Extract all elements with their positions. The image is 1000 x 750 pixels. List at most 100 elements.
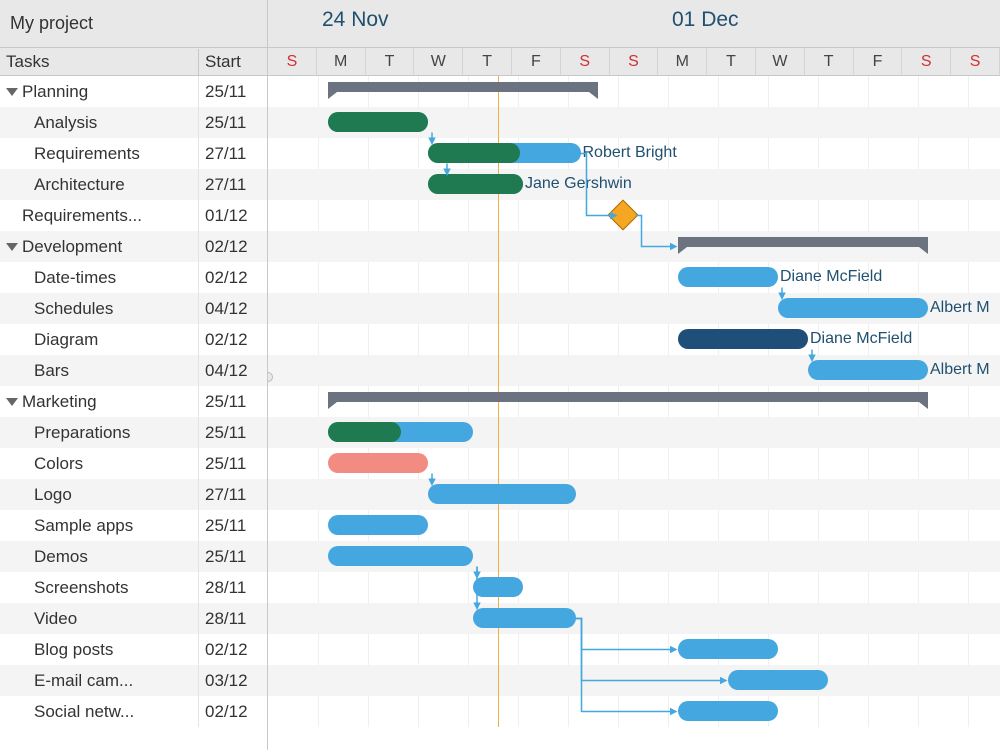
task-bar[interactable] (778, 298, 928, 318)
day-header-cell: T (463, 48, 512, 75)
task-row[interactable]: Social netw...02/12 (0, 696, 267, 727)
expand-toggle-icon[interactable] (6, 243, 18, 251)
expand-toggle-icon[interactable] (6, 88, 18, 96)
task-name-cell[interactable]: Demos (0, 541, 199, 572)
chart-row (268, 107, 1000, 138)
task-name-cell[interactable]: Architecture (0, 169, 199, 200)
task-row[interactable]: Logo27/11 (0, 479, 267, 510)
task-start-cell[interactable]: 25/11 (199, 547, 267, 567)
chart-row (268, 696, 1000, 727)
task-name-cell[interactable]: Requirements... (0, 200, 199, 231)
task-start-cell[interactable]: 02/12 (199, 702, 267, 722)
task-row[interactable]: Preparations25/11 (0, 417, 267, 448)
summary-bar[interactable] (328, 392, 928, 402)
task-name-cell[interactable]: Video (0, 603, 199, 634)
task-bar[interactable] (473, 577, 523, 597)
task-bar[interactable] (328, 515, 428, 535)
task-start-cell[interactable]: 02/12 (199, 237, 267, 257)
col-header-start[interactable]: Start (199, 49, 267, 75)
task-bar[interactable] (328, 453, 428, 473)
task-name-label: Video (34, 609, 77, 629)
task-row[interactable]: Diagram02/12 (0, 324, 267, 355)
task-row[interactable]: Demos25/11 (0, 541, 267, 572)
task-bar[interactable] (428, 174, 523, 194)
milestone-icon[interactable] (607, 199, 638, 230)
task-start-cell[interactable]: 25/11 (199, 516, 267, 536)
task-start-cell[interactable]: 02/12 (199, 268, 267, 288)
task-bar[interactable] (728, 670, 828, 690)
task-name-cell[interactable]: Date-times (0, 262, 199, 293)
expand-toggle-icon[interactable] (6, 398, 18, 406)
task-bar[interactable] (678, 329, 808, 349)
task-row[interactable]: Colors25/11 (0, 448, 267, 479)
task-row[interactable]: Architecture27/11 (0, 169, 267, 200)
task-bar[interactable] (678, 267, 778, 287)
task-row[interactable]: Marketing25/11 (0, 386, 267, 417)
task-name-cell[interactable]: Logo (0, 479, 199, 510)
task-name-cell[interactable]: Planning (0, 76, 199, 107)
task-list-panel: My project Tasks Start Planning25/11Anal… (0, 0, 268, 750)
task-name-cell[interactable]: Analysis (0, 107, 199, 138)
task-row[interactable]: Requirements...01/12 (0, 200, 267, 231)
task-start-cell[interactable]: 27/11 (199, 485, 267, 505)
task-row[interactable]: Requirements27/11 (0, 138, 267, 169)
summary-bar[interactable] (678, 237, 928, 247)
task-start-cell[interactable]: 25/11 (199, 392, 267, 412)
task-row[interactable]: Date-times02/12 (0, 262, 267, 293)
task-row[interactable]: Video 28/11 (0, 603, 267, 634)
task-bar[interactable] (328, 112, 428, 132)
task-start-cell[interactable]: 01/12 (199, 206, 267, 226)
task-bar[interactable] (328, 546, 473, 566)
task-name-cell[interactable]: Diagram (0, 324, 199, 355)
summary-bar[interactable] (328, 82, 598, 92)
task-name-cell[interactable]: Marketing (0, 386, 199, 417)
chart-row (268, 448, 1000, 479)
progress-fill (328, 422, 401, 442)
task-bar[interactable] (428, 143, 581, 163)
task-row[interactable]: E-mail cam...03/12 (0, 665, 267, 696)
task-row[interactable]: Analysis25/11 (0, 107, 267, 138)
task-start-cell[interactable]: 02/12 (199, 330, 267, 350)
task-name-label: Schedules (34, 299, 113, 319)
task-start-cell[interactable]: 25/11 (199, 454, 267, 474)
chart-row: Diane McField (268, 262, 1000, 293)
task-row[interactable]: Development02/12 (0, 231, 267, 262)
task-bar[interactable] (808, 360, 928, 380)
task-bar[interactable] (678, 701, 778, 721)
task-row[interactable]: Blog posts02/12 (0, 634, 267, 665)
task-start-cell[interactable]: 25/11 (199, 423, 267, 443)
task-row[interactable]: Schedules 04/12 (0, 293, 267, 324)
task-start-cell[interactable]: 04/12 (199, 299, 267, 319)
task-start-cell[interactable]: 25/11 (199, 113, 267, 133)
task-start-cell[interactable]: 28/11 (199, 578, 267, 598)
task-row[interactable]: Planning25/11 (0, 76, 267, 107)
task-name-cell[interactable]: Requirements (0, 138, 199, 169)
task-start-cell[interactable]: 28/11 (199, 609, 267, 629)
task-start-cell[interactable]: 27/11 (199, 144, 267, 164)
task-start-cell[interactable]: 25/11 (199, 82, 267, 102)
task-row[interactable]: Bars04/12 (0, 355, 267, 386)
task-row[interactable]: Sample apps25/11 (0, 510, 267, 541)
task-name-cell[interactable]: Screenshots (0, 572, 199, 603)
task-bar[interactable] (328, 422, 473, 442)
col-header-tasks[interactable]: Tasks (0, 49, 199, 75)
task-start-cell[interactable]: 03/12 (199, 671, 267, 691)
task-name-cell[interactable]: Colors (0, 448, 199, 479)
chart-area[interactable]: Robert BrightJane GershwinDiane McFieldA… (268, 76, 1000, 727)
task-row[interactable]: Screenshots28/11 (0, 572, 267, 603)
progress-fill (428, 174, 523, 194)
task-name-cell[interactable]: Schedules (0, 293, 199, 324)
task-start-cell[interactable]: 02/12 (199, 640, 267, 660)
task-bar[interactable] (428, 484, 576, 504)
task-start-cell[interactable]: 04/12 (199, 361, 267, 381)
task-bar[interactable] (678, 639, 778, 659)
task-name-cell[interactable]: Development (0, 231, 199, 262)
task-start-cell[interactable]: 27/11 (199, 175, 267, 195)
task-name-cell[interactable]: Bars (0, 355, 199, 386)
task-name-cell[interactable]: Preparations (0, 417, 199, 448)
task-name-cell[interactable]: E-mail cam... (0, 665, 199, 696)
task-name-cell[interactable]: Sample apps (0, 510, 199, 541)
task-name-cell[interactable]: Blog posts (0, 634, 199, 665)
task-bar[interactable] (473, 608, 576, 628)
task-name-cell[interactable]: Social netw... (0, 696, 199, 727)
